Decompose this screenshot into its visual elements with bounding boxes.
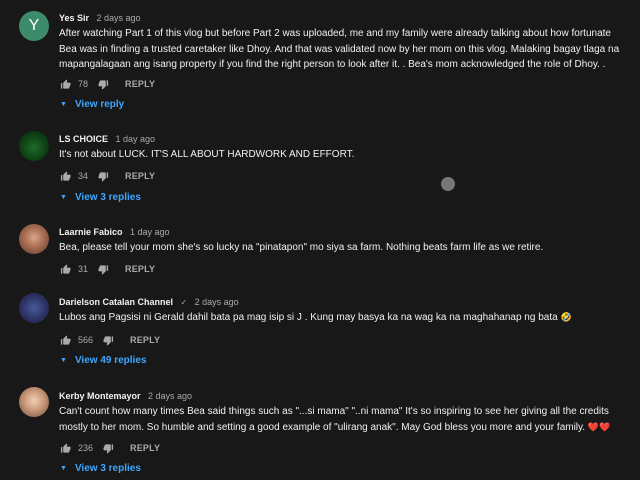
avatar[interactable]	[19, 131, 49, 161]
chevron-down-icon: ▼	[60, 100, 67, 108]
thumb-up-icon[interactable]	[60, 78, 71, 90]
comment-text-body: Can't count how many times Bea said thin…	[59, 406, 609, 433]
comment-header: LS CHOICE 1 day ago	[59, 130, 630, 145]
comment-actions: 31 REPLY	[60, 261, 155, 277]
comment-body: Laarnie Fabico 1 day ago Bea, please tel…	[59, 223, 630, 256]
thumb-down-icon[interactable]	[103, 335, 114, 346]
comment-text: After watching Part 1 of this vlog but b…	[59, 28, 620, 70]
view-replies-label: View 3 replies	[74, 462, 141, 474]
comment-header: Laarnie Fabico 1 day ago	[59, 223, 630, 238]
reply-button[interactable]: REPLY	[125, 79, 155, 89]
comment-text: Bea, please tell your mom she's so lucky…	[59, 242, 544, 253]
comment-time[interactable]: 1 day ago	[115, 134, 155, 144]
heart-emoji: ❤️❤️	[587, 421, 611, 432]
comment-body: LS CHOICE 1 day ago It's not about LUCK.…	[59, 130, 630, 163]
comment-text: It's not about LUCK. IT'S ALL ABOUT HARD…	[59, 149, 355, 160]
comment-header: Darielson Catalan Channel ✓ 2 days ago	[59, 293, 630, 308]
comment-author[interactable]: LS CHOICE	[59, 134, 108, 144]
view-replies-label: View 49 replies	[74, 354, 147, 366]
thumb-up-icon[interactable]	[60, 442, 71, 454]
view-replies-button[interactable]: ▼ View 3 replies	[60, 460, 141, 476]
reply-button[interactable]: REPLY	[125, 171, 155, 181]
avatar[interactable]	[19, 224, 49, 254]
comment-text: Lubos ang Pagsisi ni Gerald dahil bata p…	[59, 310, 630, 326]
comment-actions: 566 REPLY	[60, 332, 160, 348]
comment-author[interactable]: Laarnie Fabico	[59, 227, 123, 237]
reply-button[interactable]: REPLY	[130, 443, 160, 453]
thumb-down-icon[interactable]	[98, 264, 109, 275]
view-replies-label: View reply	[74, 98, 125, 110]
comment-body: Kerby Montemayor 2 days ago Can't count …	[59, 387, 630, 435]
like-count: 78	[78, 79, 89, 89]
thumb-up-icon[interactable]	[60, 170, 71, 182]
avatar[interactable]	[19, 387, 49, 417]
view-replies-label: View 3 replies	[74, 191, 141, 203]
chevron-down-icon: ▼	[60, 356, 67, 364]
like-count: 31	[78, 264, 89, 274]
avatar[interactable]	[19, 293, 49, 323]
comment-time[interactable]: 2 days ago	[195, 297, 239, 307]
thumb-down-icon[interactable]	[98, 79, 109, 90]
comment-actions: 236 REPLY	[60, 440, 160, 456]
verified-icon: ✓	[180, 298, 188, 307]
like-count: 34	[78, 171, 89, 181]
comment-author[interactable]: Yes Sir	[59, 13, 89, 23]
view-replies-button[interactable]: ▼ View reply	[60, 96, 124, 112]
like-count: 236	[78, 443, 94, 453]
avatar[interactable]: Y	[19, 11, 49, 41]
thumb-down-icon[interactable]	[103, 443, 114, 454]
view-replies-button[interactable]: ▼ View 3 replies	[60, 189, 141, 205]
comment-time[interactable]: 1 day ago	[130, 227, 170, 237]
reply-button[interactable]: REPLY	[125, 264, 155, 274]
comment-text: Can't count how many times Bea said thin…	[59, 404, 630, 435]
thumb-up-icon[interactable]	[60, 263, 71, 275]
comment-header: Kerby Montemayor 2 days ago	[59, 387, 630, 402]
chevron-down-icon: ▼	[60, 193, 67, 201]
view-replies-button[interactable]: ▼ View 49 replies	[60, 352, 146, 368]
mouse-cursor	[441, 177, 455, 191]
comment-actions: 78 REPLY	[60, 76, 155, 92]
comment-body: Darielson Catalan Channel ✓ 2 days ago L…	[59, 293, 630, 326]
comments-section: Y Yes Sir 2 days ago After watching Part…	[0, 0, 640, 480]
comment-text-body: Lubos ang Pagsisi ni Gerald dahil bata p…	[59, 312, 558, 323]
comment-author[interactable]: Darielson Catalan Channel	[59, 297, 173, 307]
thumb-up-icon[interactable]	[60, 334, 71, 346]
comment-author[interactable]: Kerby Montemayor	[59, 391, 141, 401]
like-count: 566	[78, 335, 94, 345]
comment-time[interactable]: 2 days ago	[96, 13, 140, 23]
laughing-emoji: 🤣	[560, 312, 572, 322]
chevron-down-icon: ▼	[60, 464, 67, 472]
thumb-down-icon[interactable]	[98, 171, 109, 182]
comment-body: Yes Sir 2 days ago After watching Part 1…	[59, 9, 630, 73]
comment-time[interactable]: 2 days ago	[148, 391, 192, 401]
comment-actions: 34 REPLY	[60, 168, 155, 184]
comment-header: Yes Sir 2 days ago	[59, 9, 630, 24]
reply-button[interactable]: REPLY	[130, 335, 160, 345]
